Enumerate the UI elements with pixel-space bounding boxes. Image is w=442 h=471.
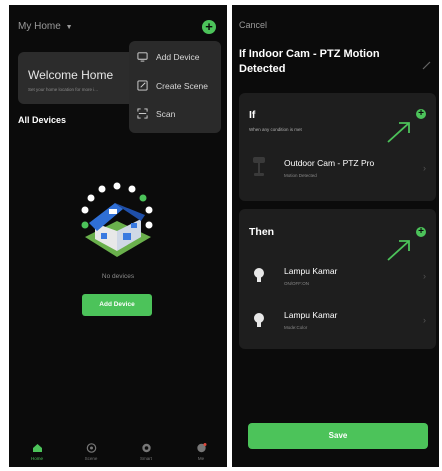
add-icon[interactable]: + (202, 20, 216, 34)
condition-title: Outdoor Cam - PTZ Pro (284, 158, 375, 168)
then-action-card: Then + Lampu Kamar ON/OFF:ON › Lampu Kam… (239, 209, 436, 349)
chevron-right-icon: › (423, 163, 426, 173)
add-device-icon (137, 52, 148, 62)
camera-icon (253, 157, 265, 176)
home-selector[interactable]: My Home ▼ (18, 21, 73, 32)
condition-mode-text[interactable]: When any condition is met (249, 127, 302, 132)
if-condition-card: If + When any condition is met Outdoor C… (239, 93, 436, 201)
tab-scene[interactable]: Scene (76, 443, 106, 461)
home-title: My Home (18, 21, 61, 32)
add-menu: Add Device Create Scene Scan (129, 41, 221, 133)
all-devices-heading[interactable]: All Devices (18, 115, 66, 125)
scan-icon (137, 108, 148, 119)
save-button[interactable]: Save (248, 423, 428, 449)
if-heading: If (249, 109, 256, 121)
cancel-button[interactable]: Cancel (239, 20, 267, 30)
tab-home[interactable]: Home (22, 443, 52, 461)
menu-label: Create Scene (156, 80, 208, 91)
add-condition-icon[interactable]: + (416, 109, 426, 119)
smart-icon (141, 443, 151, 453)
welcome-subtitle: Set your home location for more i... (28, 87, 99, 92)
condition-subtitle: Motion Detected (284, 173, 317, 178)
menu-item-scan[interactable]: Scan (137, 108, 175, 119)
automation-editor-screen: Cancel If Indoor Cam - PTZ Motion Detect… (232, 5, 439, 467)
tab-label: Smart (139, 456, 152, 461)
add-action-icon[interactable]: + (416, 227, 426, 237)
automation-title: If Indoor Cam - PTZ Motion Detected (239, 48, 380, 75)
create-scene-icon (137, 80, 148, 91)
home-icon (32, 444, 42, 452)
tab-label: Home (30, 456, 43, 461)
menu-label: Scan (156, 108, 176, 119)
edit-icon[interactable] (422, 61, 431, 70)
then-heading: Then (249, 226, 275, 238)
home-screen: My Home ▼ + Welcome Home Set your home l… (9, 5, 227, 467)
action-title: Lampu Kamar (284, 266, 338, 276)
light-bulb-icon (254, 268, 264, 282)
tab-bar: Home Scene Smart Me (9, 437, 227, 467)
welcome-title: Welcome Home (28, 68, 114, 82)
no-devices-text: No devices (101, 273, 135, 280)
menu-item-add-device[interactable]: Add Device (137, 51, 199, 62)
chevron-down-icon: ▼ (65, 24, 73, 31)
me-icon (196, 443, 206, 453)
menu-label: Add Device (156, 51, 200, 62)
tab-me[interactable]: Me (186, 443, 216, 461)
smart-home-illustration (81, 182, 153, 257)
action-subtitle: ON/OFF:ON (284, 281, 309, 286)
tab-label: Me (197, 456, 205, 461)
light-bulb-icon (254, 313, 264, 327)
action-subtitle: Mode:Color (284, 325, 308, 330)
tab-label: Scene (84, 456, 98, 461)
tab-smart[interactable]: Smart (131, 443, 161, 461)
action-title: Lampu Kamar (284, 310, 338, 320)
chevron-right-icon: › (423, 315, 426, 325)
annotation-arrow (387, 122, 410, 143)
chevron-right-icon: › (423, 271, 426, 281)
menu-item-create-scene[interactable]: Create Scene (137, 80, 208, 91)
scene-icon (86, 443, 96, 453)
add-device-button[interactable]: Add Device (82, 294, 152, 316)
annotation-arrow (387, 240, 410, 261)
